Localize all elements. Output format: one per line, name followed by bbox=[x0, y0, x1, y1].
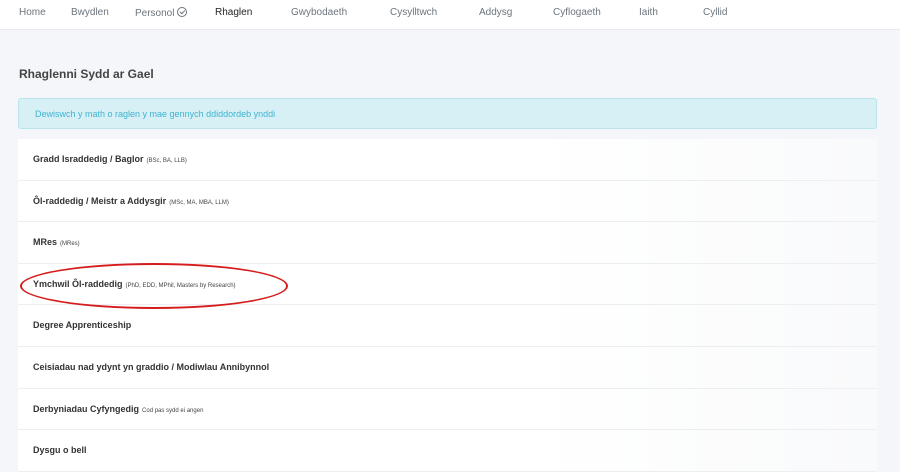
program-item-sub: (MRes) bbox=[60, 241, 80, 248]
check-circle-icon bbox=[177, 7, 188, 17]
program-item-undergraduate[interactable]: Gradd Israddedig / Baglor (BSc, BA, LLB) bbox=[18, 139, 877, 181]
nav-cyllid[interactable]: Cyllid bbox=[703, 7, 727, 18]
program-item-postgraduate-research[interactable]: Ymchwil Ôl-raddedig (PhD, EDD, MPhil, Mas… bbox=[18, 263, 877, 306]
nav-cysylltwch[interactable]: Cysylltwch bbox=[390, 7, 437, 18]
info-alert: Dewiswch y math o raglen y mae gennych d… bbox=[18, 98, 877, 129]
program-item-sub: Cod pas sydd ei angen bbox=[142, 407, 204, 414]
program-item-label: MRes (MRes) bbox=[33, 237, 80, 248]
program-item-taught-masters[interactable]: Ôl-raddedig / Meistr a Addysgir (MSc, MA,… bbox=[18, 180, 877, 223]
program-item-non-graduating[interactable]: Ceisiadau nad ydynt yn graddio / Modiwla… bbox=[18, 346, 877, 389]
program-item-label: Dysgu o bell bbox=[33, 445, 87, 456]
program-item-label: Gradd Israddedig / Baglor (BSc, BA, LLB) bbox=[33, 154, 187, 164]
nav-home[interactable]: Home bbox=[19, 7, 46, 18]
program-item-sub: (MSc, MA, MBA, LLM) bbox=[169, 199, 229, 206]
nav-iaith[interactable]: Iaith bbox=[639, 7, 658, 18]
program-item-label: Ymchwil Ôl-raddedig (PhD, EDD, MPhil, Mas… bbox=[33, 278, 236, 289]
program-item-label: Degree Apprenticeship bbox=[33, 320, 132, 331]
nav-personol-label: Personol bbox=[135, 8, 175, 19]
nav-rhaglen[interactable]: Rhaglen bbox=[215, 7, 252, 18]
program-item-distance-learning[interactable]: Dysgu o bell bbox=[18, 430, 877, 472]
program-item-label: Ôl-raddedig / Meistr a Addysgir (MSc, MA,… bbox=[33, 195, 229, 206]
program-list: Gradd Israddedig / Baglor (BSc, BA, LLB) … bbox=[18, 139, 877, 472]
program-item-label: Derbyniadau Cyfyngedig Cod pas sydd ei an… bbox=[33, 403, 204, 414]
program-item-mres[interactable]: MRes (MRes) bbox=[18, 222, 877, 264]
program-item-restricted-admissions[interactable]: Derbyniadau Cyfyngedig Cod pas sydd ei an… bbox=[18, 388, 877, 431]
program-item-sub: (PhD, EDD, MPhil, Masters by Research) bbox=[125, 282, 236, 289]
page-title: Rhaglenni Sydd ar Gael bbox=[19, 67, 154, 81]
program-item-label: Ceisiadau nad ydynt yn graddio / Modiwla… bbox=[33, 361, 270, 372]
top-navigation: Home Bwydlen Personol Rhaglen Gwybodaeth… bbox=[0, 0, 900, 30]
nav-bwydlen[interactable]: Bwydlen bbox=[71, 7, 109, 18]
program-item-sub: (BSc, BA, LLB) bbox=[146, 158, 187, 164]
nav-addysg[interactable]: Addysg bbox=[479, 7, 512, 18]
info-alert-text: Dewiswch y math o raglen y mae gennych d… bbox=[35, 109, 276, 119]
nav-cyflogaeth[interactable]: Cyflogaeth bbox=[553, 7, 601, 18]
program-item-degree-apprenticeship[interactable]: Degree Apprenticeship bbox=[18, 305, 877, 347]
nav-personol[interactable]: Personol bbox=[135, 7, 188, 19]
nav-gwybodaeth[interactable]: Gwybodaeth bbox=[291, 7, 347, 18]
